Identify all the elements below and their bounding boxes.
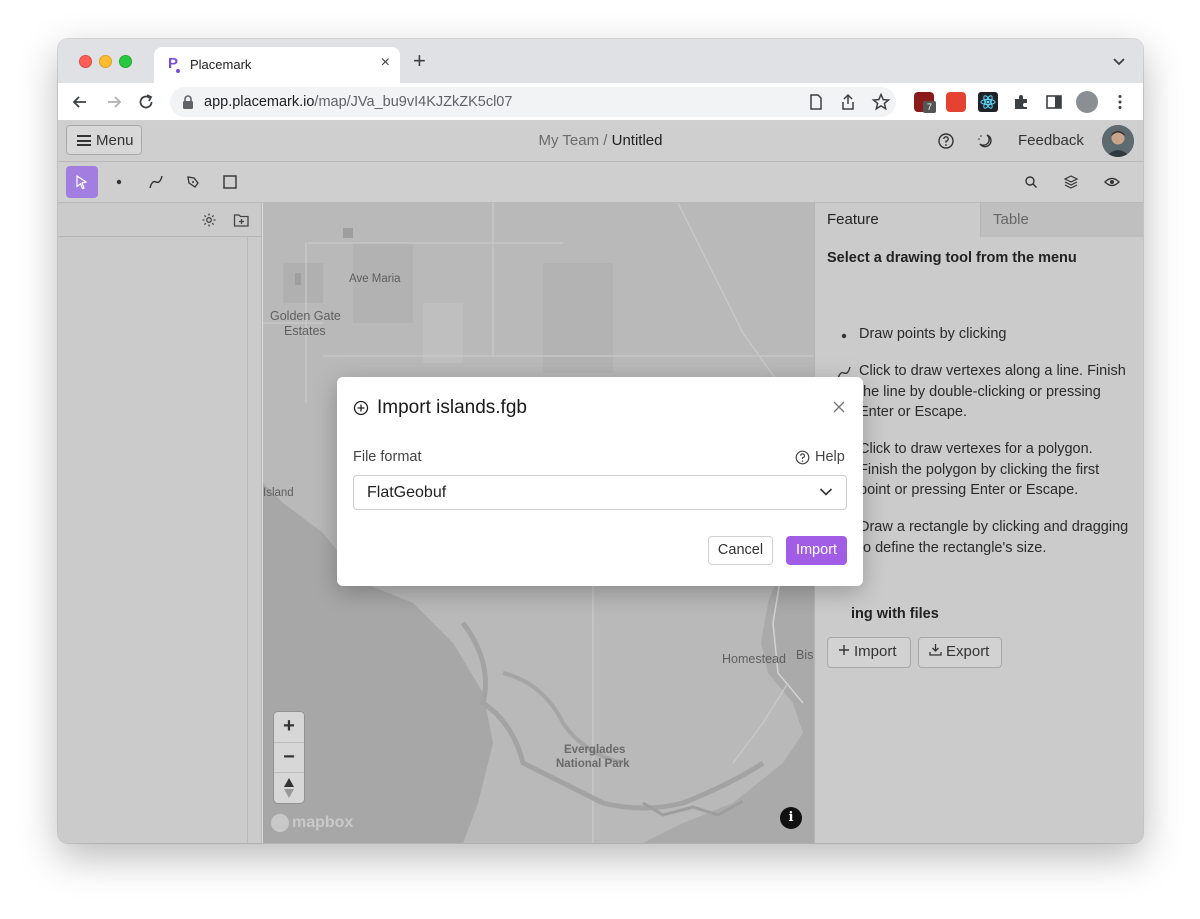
page-icon[interactable] <box>806 92 826 112</box>
ublock-extension-icon[interactable]: 7 <box>914 92 936 113</box>
mapbox-logo-icon <box>271 814 289 832</box>
file-format-label: File format <box>353 449 422 465</box>
share-icon[interactable] <box>838 92 858 112</box>
star-icon[interactable] <box>871 92 891 112</box>
attribution-info-button[interactable]: i <box>780 807 802 829</box>
help-circle-icon[interactable] <box>937 132 955 150</box>
map-label-homestead: Homestead <box>722 652 786 666</box>
browser-toolbar: app.placemark.io/map/JVa_bu9vI4KJZkZK5cl… <box>58 83 1143 121</box>
rectangle-tool-button[interactable] <box>214 166 246 198</box>
chevron-down-icon[interactable] <box>1111 53 1127 69</box>
polygon-tool-button[interactable] <box>177 166 209 198</box>
panel-tabs: Feature Table <box>815 203 1143 237</box>
map-label-everglades: Everglades <box>564 744 626 756</box>
feature-panel: Feature Table Select a drawing tool from… <box>814 203 1143 843</box>
more-options-icon[interactable] <box>1110 92 1130 112</box>
user-avatar-image <box>1102 125 1134 157</box>
drawing-toolbar <box>58 162 1143 203</box>
tab-table[interactable]: Table <box>980 203 1143 237</box>
mapbox-logo[interactable]: mapbox <box>271 814 353 832</box>
instruction-polygon: Click to draw vertexes for a polygon. Fi… <box>859 441 1100 498</box>
new-folder-icon[interactable] <box>233 212 250 228</box>
close-window-button[interactable] <box>79 55 92 68</box>
pointer-icon <box>76 174 88 190</box>
zoom-controls: + − <box>274 712 304 803</box>
files-heading-text: ing with files <box>851 606 939 622</box>
app-header: Menu My Team / Untitled Feedback <box>58 121 1143 162</box>
map-label-island: Island <box>263 487 294 499</box>
file-format-select[interactable]: FlatGeobuf <box>353 475 847 510</box>
layers-icon[interactable] <box>1063 174 1079 190</box>
import-button[interactable]: Import <box>786 536 847 565</box>
team-link[interactable]: My Team <box>539 132 600 149</box>
zoom-out-button[interactable]: − <box>274 742 304 772</box>
tab-title: Placemark <box>190 57 252 72</box>
document-title[interactable]: Untitled <box>612 132 663 149</box>
address-bar[interactable]: app.placemark.io/map/JVa_bu9vI4KJZkZK5cl… <box>170 87 896 117</box>
dialog-title: Import islands.fgb <box>377 397 527 418</box>
chevron-down-icon <box>819 488 833 496</box>
maximize-window-button[interactable] <box>119 55 132 68</box>
map-label-national-park: National Park <box>556 758 630 770</box>
import-dialog: Import islands.fgb File format Help Flat… <box>337 377 863 586</box>
sidebar-scrollbar[interactable] <box>247 237 248 843</box>
feedback-link[interactable]: Feedback <box>1018 132 1084 149</box>
instruction-point: Draw points by clicking <box>859 326 1007 342</box>
side-panel-icon[interactable] <box>1044 92 1064 112</box>
eye-icon[interactable] <box>1104 174 1120 190</box>
instruction-rectangle: Draw a rectangle by clicking and draggin… <box>859 519 1129 556</box>
todoist-extension-icon[interactable] <box>946 92 966 112</box>
extensions-puzzle-icon[interactable] <box>1011 92 1031 112</box>
help-link[interactable]: Help <box>815 449 845 465</box>
new-tab-button[interactable]: + <box>413 50 426 72</box>
extension-badge: 7 <box>923 101 936 113</box>
zoom-in-button[interactable]: + <box>274 712 304 742</box>
layers-sidebar <box>58 203 262 843</box>
plus-icon <box>839 645 849 655</box>
panel-title: Select a drawing tool from the menu <box>827 250 1077 266</box>
close-icon[interactable] <box>832 400 846 414</box>
search-icon[interactable] <box>1023 174 1039 190</box>
profile-avatar[interactable] <box>1076 91 1098 113</box>
line-tool-button[interactable] <box>140 166 172 198</box>
help-circle-icon[interactable] <box>795 450 810 465</box>
compass-icon <box>284 778 294 798</box>
url-text: app.placemark.io/map/JVa_bu9vI4KJZkZK5cl… <box>204 94 513 110</box>
browser-tab-placemark[interactable]: P Placemark × <box>154 47 400 83</box>
instruction-line: Click to draw vertexes along a line. Fin… <box>859 363 1126 420</box>
tab-feature[interactable]: Feature <box>815 203 980 237</box>
map-label-ave-maria: Ave Maria <box>349 273 401 285</box>
tab-strip: P Placemark × + <box>58 39 1143 83</box>
compass-button[interactable] <box>274 772 304 802</box>
gear-icon[interactable] <box>201 212 217 228</box>
point-icon <box>116 179 122 185</box>
theme-toggle-icon[interactable] <box>976 132 994 150</box>
tab-close-icon[interactable]: × <box>381 54 390 72</box>
map-label-bisc: Bisc <box>796 648 814 662</box>
plus-circle-icon <box>353 400 369 416</box>
forward-arrow-icon[interactable] <box>104 92 124 112</box>
reload-icon[interactable] <box>136 92 156 112</box>
cancel-button[interactable]: Cancel <box>708 536 773 565</box>
back-arrow-icon[interactable] <box>70 92 90 112</box>
map-label-golden-gate: Golden Gate <box>270 309 341 323</box>
lock-icon <box>183 95 193 109</box>
pen-icon <box>187 176 199 188</box>
user-avatar[interactable] <box>1102 125 1134 157</box>
panel-export-button[interactable]: Export <box>918 637 1002 668</box>
download-icon <box>929 644 942 656</box>
sidebar-header <box>58 203 261 237</box>
line-icon <box>149 175 163 189</box>
panel-import-button[interactable]: Import <box>827 637 911 668</box>
file-format-value: FlatGeobuf <box>367 484 447 501</box>
placemark-favicon-icon: P <box>168 55 180 73</box>
rectangle-icon <box>223 175 237 189</box>
react-devtools-icon[interactable] <box>978 92 998 112</box>
map-label-estates: Estates <box>284 324 326 338</box>
select-tool-button[interactable] <box>66 166 98 198</box>
minimize-window-button[interactable] <box>99 55 112 68</box>
point-tool-button[interactable] <box>103 166 135 198</box>
point-icon <box>841 333 847 339</box>
